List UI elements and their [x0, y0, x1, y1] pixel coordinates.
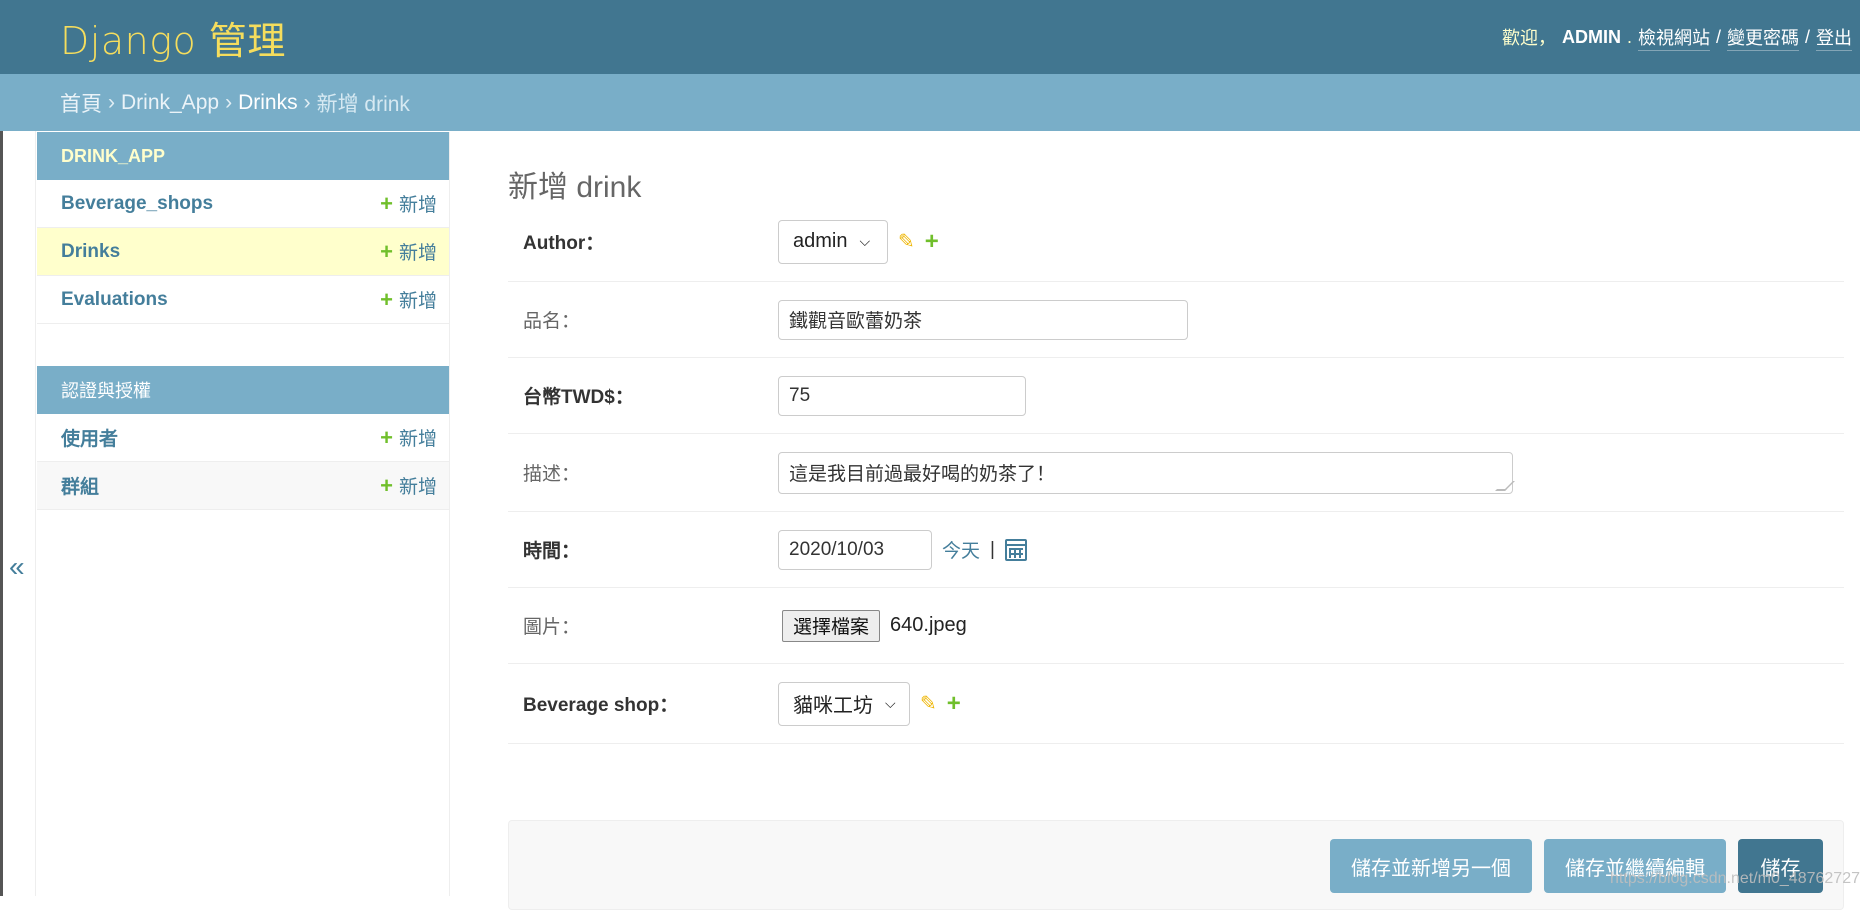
user-tools: 歡迎， ADMIN. 檢視網站 / 變更密碼 / 登出	[1502, 24, 1852, 51]
add-label: 新增	[398, 243, 437, 264]
breadcrumb-app[interactable]: Drink_App	[121, 91, 219, 115]
plus-icon: +	[380, 286, 393, 312]
submit-row: 儲存並新增另一個 儲存並繼續編輯 儲存	[508, 820, 1844, 910]
save-and-add-another-button[interactable]: 儲存並新增另一個	[1330, 839, 1532, 893]
header: Django 管理 歡迎， ADMIN. 檢視網站 / 變更密碼 / 登出	[0, 0, 1860, 74]
add-label: 新增	[398, 195, 437, 216]
site-branding[interactable]: Django 管理	[60, 10, 286, 65]
resize-handle-icon[interactable]	[1495, 480, 1515, 491]
separator: /	[1715, 26, 1721, 47]
breadcrumb-separator: ›	[108, 90, 115, 114]
add-link[interactable]: + 新增	[380, 424, 437, 451]
app-caption-drink-app[interactable]: DRINK_APP	[37, 132, 449, 180]
shop-select[interactable]: 貓咪工坊 ⌵	[778, 681, 910, 726]
main-content: 新增 drink Author： admin ⌵ ✎ + 品名： 鐵觀音歐蕾奶茶…	[508, 132, 1844, 910]
double-chevron-left-icon[interactable]: «	[9, 551, 25, 583]
shop-label: Beverage shop：	[523, 695, 679, 716]
sidebar-item-users[interactable]: 使用者 + 新增	[37, 414, 449, 462]
choose-file-button[interactable]: 選擇檔案	[782, 609, 881, 642]
page-title: 新增 drink	[508, 171, 642, 204]
breadcrumb: 首頁 › Drink_App › Drinks › 新增 drink	[0, 74, 1860, 131]
separator: /	[1804, 26, 1810, 47]
add-label: 新增	[398, 477, 437, 498]
shop-field: 貓咪工坊 ⌵ ✎ +	[778, 681, 961, 726]
price-label: 台幣TWD$：	[523, 387, 634, 408]
description-textarea[interactable]: 這是我目前過最好喝的奶茶了！	[778, 451, 1515, 494]
welcome-text: 歡迎，	[1501, 28, 1556, 48]
pencil-icon[interactable]: ✎	[898, 229, 915, 254]
model-link[interactable]: Drinks	[61, 241, 120, 263]
watermark: https://blog.csdn.net/m0_48762727	[1610, 870, 1860, 887]
calendar-icon[interactable]	[1004, 538, 1027, 561]
add-link[interactable]: + 新增	[380, 238, 437, 265]
description-text: 這是我目前過最好喝的奶茶了！	[789, 464, 1056, 485]
pencil-icon[interactable]: ✎	[920, 691, 937, 716]
sidebar-item-evaluations[interactable]: Evaluations + 新增	[37, 276, 449, 324]
chevron-down-icon: ⌵	[885, 695, 896, 711]
date-field: 2020/10/03 今天 |	[778, 529, 1027, 570]
date-input[interactable]: 2020/10/03	[778, 529, 932, 570]
form-row-image: 圖片： 選擇檔案 640.jpeg	[508, 588, 1844, 664]
logout-link[interactable]: 登出	[1816, 24, 1852, 51]
change-password-link[interactable]: 變更密碼	[1726, 24, 1799, 51]
chevron-down-icon: ⌵	[859, 233, 871, 249]
name-suffix: .	[1626, 26, 1632, 47]
image-label: 圖片：	[523, 617, 581, 638]
form-row-name: 品名： 鐵觀音歐蕾奶茶	[508, 282, 1844, 358]
breadcrumb-separator: ›	[225, 90, 233, 114]
breadcrumb-home[interactable]: 首頁	[60, 88, 102, 118]
name-input[interactable]: 鐵觀音歐蕾奶茶	[778, 299, 1188, 340]
separator: |	[990, 538, 995, 560]
plus-icon[interactable]: +	[925, 228, 939, 256]
view-site-link[interactable]: 檢視網站	[1637, 24, 1710, 51]
price-field: 75	[778, 375, 1026, 416]
image-field: 選擇檔案 640.jpeg	[782, 609, 967, 642]
description-label: 描述：	[523, 464, 581, 485]
username: ADMIN	[1561, 26, 1621, 47]
add-link[interactable]: + 新增	[380, 190, 437, 217]
breadcrumb-model[interactable]: Drinks	[238, 91, 298, 115]
add-link[interactable]: + 新增	[380, 472, 437, 499]
sidebar-item-groups[interactable]: 群組 + 新增	[37, 462, 449, 510]
sidebar-toggle[interactable]: «	[0, 131, 36, 896]
author-select[interactable]: admin ⌵	[778, 219, 888, 264]
plus-icon: +	[380, 238, 393, 264]
add-link[interactable]: + 新增	[380, 286, 437, 313]
plus-icon: +	[380, 190, 393, 216]
sidebar-item-drinks[interactable]: Drinks + 新增	[37, 228, 449, 276]
plus-icon: +	[380, 424, 393, 450]
app-caption-auth[interactable]: 認證與授權	[37, 366, 449, 414]
model-link[interactable]: Beverage_shops	[61, 193, 213, 215]
price-input[interactable]: 75	[778, 375, 1026, 416]
author-selected-value: admin	[793, 230, 848, 252]
plus-icon: +	[380, 472, 393, 498]
form-row-price: 台幣TWD$： 75	[508, 358, 1844, 434]
model-link[interactable]: Evaluations	[61, 289, 168, 311]
form-row-description: 描述： 這是我目前過最好喝的奶茶了！	[508, 434, 1844, 512]
date-label: 時間：	[523, 541, 581, 562]
form-row-author: Author： admin ⌵ ✎ +	[508, 202, 1844, 282]
description-field: 這是我目前過最好喝的奶茶了！	[778, 451, 1515, 494]
author-field: admin ⌵ ✎ +	[778, 219, 939, 264]
author-label: Author：	[523, 233, 605, 254]
file-name: 640.jpeg	[890, 614, 967, 636]
model-link[interactable]: 群組	[61, 472, 99, 499]
form-row-shop: Beverage shop： 貓咪工坊 ⌵ ✎ +	[508, 664, 1844, 744]
sidebar-item-beverage-shops[interactable]: Beverage_shops + 新增	[37, 180, 449, 228]
nav-sidebar: DRINK_APP Beverage_shops + 新增 Drinks + 新增 …	[37, 132, 450, 896]
add-label: 新增	[398, 291, 437, 312]
add-label: 新增	[398, 429, 437, 450]
today-link[interactable]: 今天	[942, 536, 980, 563]
breadcrumb-separator: ›	[303, 90, 311, 114]
shop-selected-value: 貓咪工坊	[793, 695, 873, 717]
breadcrumb-current: 新增 drink	[316, 92, 410, 116]
model-link[interactable]: 使用者	[61, 424, 118, 451]
form-row-date: 時間： 2020/10/03 今天 |	[508, 512, 1844, 588]
name-field: 鐵觀音歐蕾奶茶	[778, 299, 1188, 340]
name-label: 品名：	[523, 311, 581, 332]
plus-icon[interactable]: +	[947, 690, 961, 718]
